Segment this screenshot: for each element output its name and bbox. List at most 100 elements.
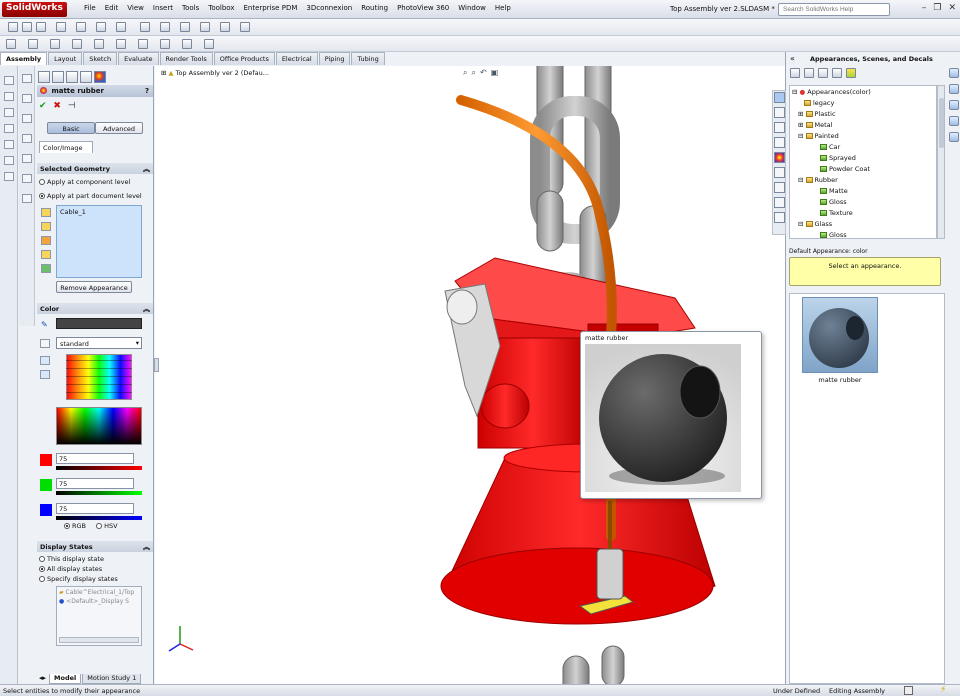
assembly-features-icon[interactable] [240,22,250,32]
radio-all-icon[interactable] [39,566,45,572]
menu-file[interactable]: File [84,4,96,12]
new-icon[interactable] [8,22,18,32]
tree-node-texture[interactable]: Texture [820,209,853,217]
palette-icon[interactable] [40,339,50,348]
trim-tool-icon[interactable] [4,172,14,181]
filter-feature-icon[interactable] [41,236,51,245]
feature-icon-2[interactable] [22,94,32,103]
collapse-icon[interactable]: ︽ [143,164,150,174]
menu-edit[interactable]: Edit [105,4,119,12]
panel-collapse-handle[interactable] [154,358,159,372]
pushpin-icon[interactable]: ⊣ [68,101,76,111]
selected-geometry-list[interactable]: Cable_1 [56,205,142,278]
pane-forward-icon[interactable] [804,68,814,78]
feature-icon-3[interactable] [22,114,32,123]
filter-component-icon[interactable] [41,208,51,217]
smart-fasteners-icon[interactable] [28,39,38,49]
color-filter-icon[interactable] [774,152,785,163]
red-slider[interactable] [56,466,142,470]
tree-node-gloss[interactable]: Gloss [820,198,847,206]
radio-part-icon[interactable] [39,193,45,199]
settings-filter-icon[interactable] [774,212,785,223]
appearances-filter-icon[interactable] [774,92,785,103]
list-item[interactable]: ● <Default>_Display S [57,596,141,605]
horizontal-scrollbar[interactable] [59,637,139,643]
menu-3dconnexion[interactable]: 3Dconnexion [306,4,352,12]
menu-view[interactable]: View [127,4,144,12]
tab-evaluate[interactable]: Evaluate [118,52,159,65]
edit-component-icon[interactable] [6,39,16,49]
eyedropper-icon[interactable]: ✎ [41,320,48,329]
library-filter-icon[interactable] [774,122,785,133]
pane-back-icon[interactable] [790,68,800,78]
matte-rubber-thumbnail[interactable] [802,297,878,373]
list-item[interactable]: Cable_1 [60,208,86,216]
scroll-thumb[interactable] [939,98,944,148]
appearance-tab-icon[interactable] [94,71,106,83]
tab-office-products[interactable]: Office Products [213,52,275,65]
collapse-icon[interactable]: ⊟ [792,88,797,96]
advanced-mode-button[interactable]: Advanced [95,122,143,134]
rgb-radio-icon[interactable] [64,523,70,529]
decal-filter-icon[interactable] [774,197,785,208]
menu-routing[interactable]: Routing [361,4,388,12]
mate-icon[interactable] [140,22,150,32]
table-filter-icon[interactable] [774,167,785,178]
tab-model[interactable]: Model [49,674,82,684]
pane-add-icon[interactable] [832,68,842,78]
all-display-states-option[interactable]: All display states [39,565,102,573]
file-explorer-tab-icon[interactable] [949,100,959,110]
mate-toolbar-icon[interactable] [72,39,82,49]
color-swatch[interactable] [56,318,142,329]
specify-display-states-option[interactable]: Specify display states [39,575,118,583]
insert-component-icon[interactable] [160,22,170,32]
menu-photoview[interactable]: PhotoView 360 [397,4,449,12]
line-tool-icon[interactable] [4,76,14,85]
scene-filter-icon[interactable] [774,182,785,193]
red-value-field[interactable]: 75 [56,453,134,464]
search-input[interactable] [778,3,890,16]
green-value-field[interactable]: 75 [56,478,134,489]
arc-tool-icon[interactable] [4,108,14,117]
selected-geometry-header[interactable]: Selected Geometry ︽ [37,163,153,174]
print-icon[interactable] [56,22,66,32]
display-states-list[interactable]: ▰ Cable^Electrical_1/Top ● <Default>_Dis… [56,586,142,646]
rotate-component-icon[interactable] [200,22,210,32]
filter-body-icon[interactable] [41,250,51,259]
minimize-icon[interactable]: – [922,3,927,13]
dimxpert-tab-icon[interactable] [80,71,92,83]
tree-node-matte[interactable]: Matte [820,187,848,195]
tree-node-metal[interactable]: ⊞ Metal [798,121,832,129]
hsv-radio-icon[interactable] [96,523,103,529]
resources-tab-icon[interactable] [949,68,959,78]
feature-icon-1[interactable] [22,74,32,83]
tab-scroll-icon[interactable]: ◂▸ [36,674,49,684]
open-icon[interactable] [22,22,32,32]
menu-insert[interactable]: Insert [153,4,173,12]
tab-motion-study[interactable]: Motion Study 1 [82,674,142,684]
help-icon[interactable]: ? [145,87,149,95]
tab-render-tools[interactable]: Render Tools [159,52,213,65]
reference-geometry-icon[interactable] [94,39,104,49]
tab-electrical[interactable]: Electrical [275,52,318,65]
feature-icon-5[interactable] [22,154,32,163]
help-status-icon[interactable]: ⚡ [940,685,946,695]
remove-appearance-button[interactable]: Remove Appearance [56,281,132,293]
collapse-icon[interactable]: ︽ [143,542,150,552]
remove-swatch-icon[interactable] [40,370,50,379]
tree-scrollbar[interactable] [937,85,945,239]
green-slider[interactable] [56,491,142,495]
exploded-view-icon[interactable] [182,39,192,49]
ok-icon[interactable]: ✔ [39,101,47,111]
chevron-down-icon[interactable]: ▾ [136,339,139,347]
custom-properties-tab-icon[interactable] [949,132,959,142]
relation-tool-icon[interactable] [4,156,14,165]
menu-window[interactable]: Window [458,4,486,12]
design-library-tab-icon[interactable] [949,84,959,94]
tab-piping[interactable]: Piping [318,52,351,65]
tree-node-car[interactable]: Car [820,143,840,151]
pane-home-icon[interactable] [818,68,828,78]
filter-part-icon[interactable] [41,264,51,273]
tree-node-painted[interactable]: ⊟ Painted [798,132,839,140]
tree-node-glass-gloss[interactable]: Gloss [820,231,847,238]
